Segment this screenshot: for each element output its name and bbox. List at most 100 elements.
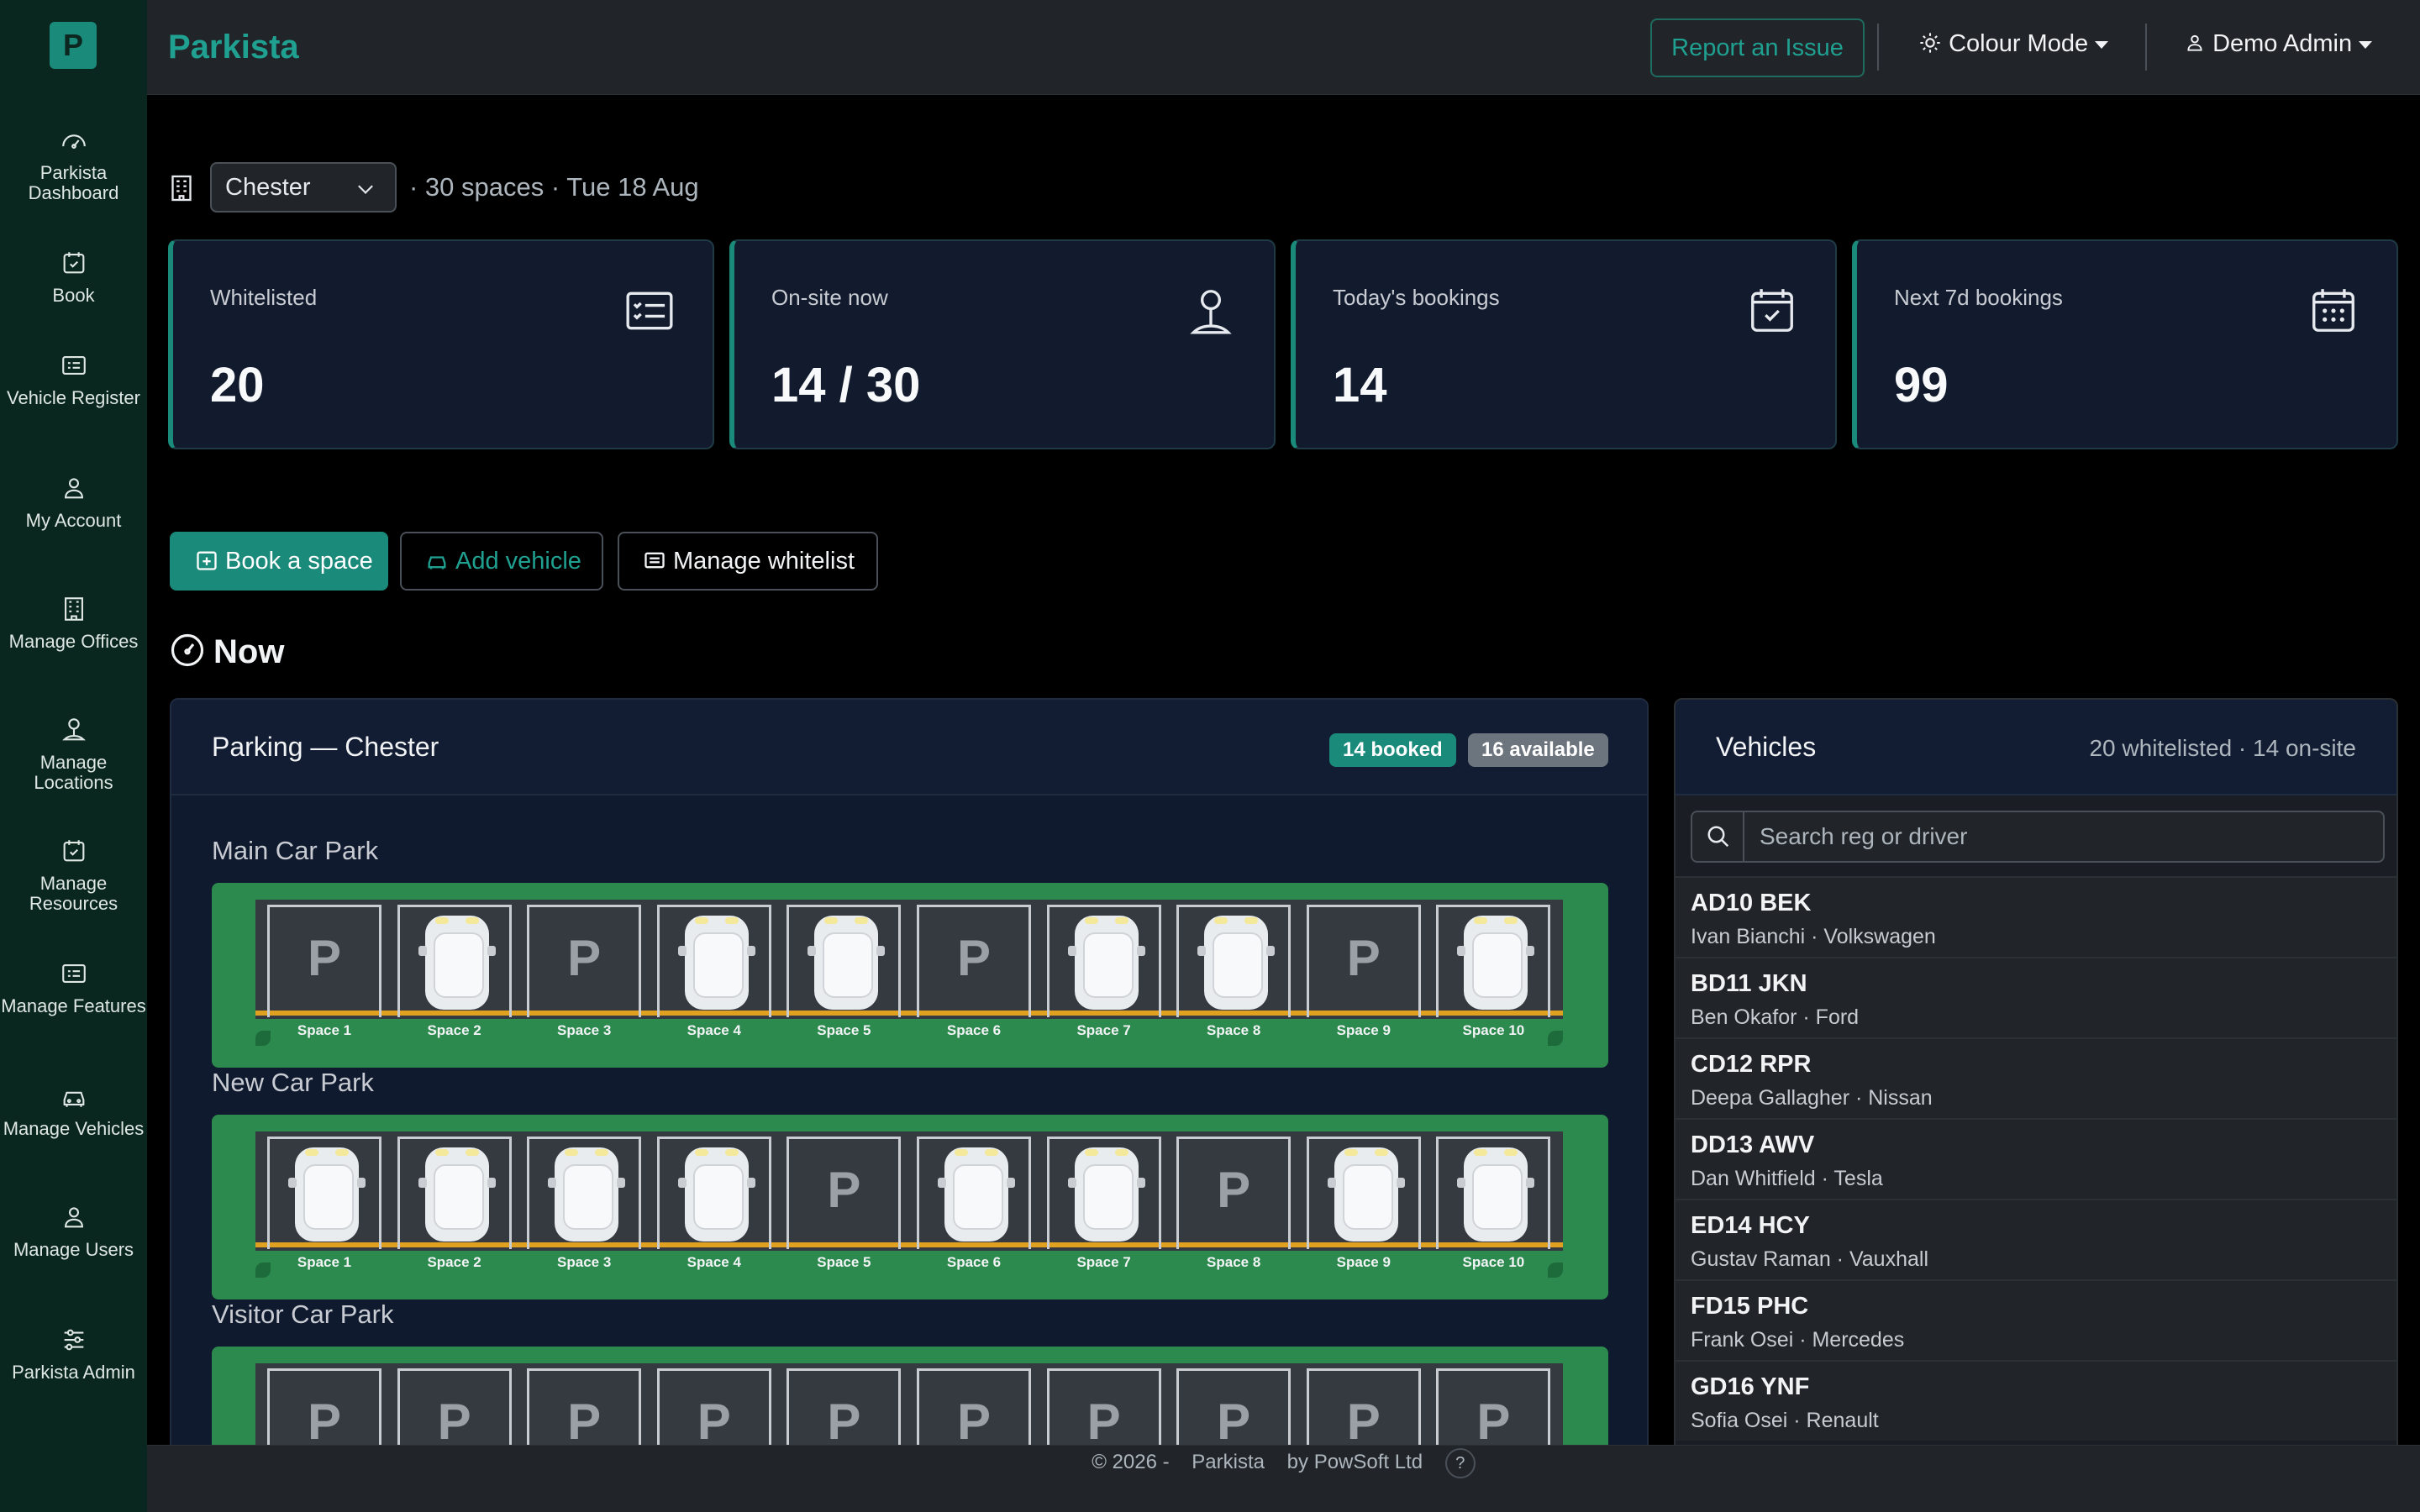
parking-bay-occupied[interactable] bbox=[917, 1137, 1031, 1249]
help-button[interactable]: ? bbox=[1444, 1447, 1476, 1478]
parking-bay-free[interactable]: P bbox=[917, 1368, 1031, 1454]
parking-p-icon: P bbox=[827, 1162, 861, 1218]
vehicle-reg: BD11 JKN bbox=[1691, 970, 1807, 997]
calendar-plus-icon bbox=[197, 551, 217, 570]
sidebar-item-manage-vehicles[interactable]: Manage Vehicles bbox=[0, 1082, 147, 1139]
parking-bay-free[interactable]: P bbox=[397, 1368, 512, 1454]
colour-mode-dropdown[interactable]: Colour Mode bbox=[1918, 30, 2109, 58]
parking-bay-free[interactable]: P bbox=[527, 905, 642, 1017]
parking-bay-free[interactable]: P bbox=[1046, 1368, 1161, 1454]
parking-bay-free[interactable]: P bbox=[1176, 1368, 1292, 1454]
car-park-lot: P Space 1 Space 2 P Space 3 Space 4 Space 5 P Sp… bbox=[212, 883, 1608, 1068]
search-button[interactable] bbox=[1692, 812, 1744, 861]
vehicle-reg: CD12 RPR bbox=[1691, 1051, 1812, 1078]
footer-app-link[interactable]: Parkista bbox=[1192, 1451, 1265, 1473]
office-select[interactable]: Chester bbox=[210, 162, 397, 213]
search-input[interactable] bbox=[1746, 812, 2383, 861]
parking-bay-occupied[interactable] bbox=[1046, 905, 1161, 1017]
car-park-lot: PPPPPPPPPP bbox=[212, 1347, 1608, 1454]
list-card-icon bbox=[61, 964, 86, 983]
office-meta: · 30 spaces · Tue 18 Aug bbox=[409, 172, 699, 202]
calendar-grid-icon bbox=[2312, 289, 2354, 332]
manage-whitelist-button[interactable]: Manage whitelist bbox=[618, 532, 878, 591]
map-pin-person-icon bbox=[61, 718, 86, 741]
sidebar-item-dashboard[interactable]: Parkista Dashboard bbox=[0, 126, 147, 203]
parked-car-icon bbox=[938, 1147, 1015, 1242]
parking-bay-occupied[interactable] bbox=[397, 905, 512, 1017]
parked-car-icon bbox=[677, 916, 755, 1010]
bay-label: Space 5 bbox=[817, 1022, 871, 1038]
parking-bay-free[interactable]: P bbox=[786, 1368, 902, 1454]
vehicle-list-item[interactable]: GD16 YNF Sofia Osei · Renault bbox=[1676, 1360, 2396, 1441]
parking-bay-occupied[interactable] bbox=[786, 905, 902, 1017]
available-badge: 16 available bbox=[1468, 733, 1608, 767]
parking-bay-occupied[interactable] bbox=[397, 1137, 512, 1249]
user-menu-dropdown[interactable]: Demo Admin bbox=[2184, 30, 2373, 58]
vehicle-driver-make: Frank Osei · Mercedes bbox=[1691, 1328, 1905, 1352]
parking-bay-free[interactable]: P bbox=[1306, 905, 1421, 1017]
parking-bay-occupied[interactable] bbox=[1436, 1137, 1551, 1249]
parking-bay-occupied[interactable] bbox=[656, 1137, 771, 1249]
vehicle-list-item[interactable]: CD12 RPR Deepa Gallagher · Nissan bbox=[1676, 1037, 2396, 1118]
top-navbar: Parkista Report an Issue Colour Mode Dem… bbox=[147, 0, 2420, 95]
sidebar-item-label: Manage Vehicles bbox=[3, 1118, 145, 1139]
parking-p-icon: P bbox=[1346, 1394, 1381, 1450]
parking-p-icon: P bbox=[567, 1394, 602, 1450]
parking-bay-free[interactable]: P bbox=[786, 1137, 902, 1249]
report-issue-button[interactable]: Report an Issue bbox=[1650, 18, 1865, 77]
stat-label: Today's bookings bbox=[1333, 285, 1500, 310]
vehicle-list-item[interactable]: DD13 AWV Dan Whitfield · Tesla bbox=[1676, 1118, 2396, 1199]
footer-copyright: © 2026 - bbox=[1092, 1451, 1170, 1473]
caret-down-icon bbox=[2359, 40, 2373, 49]
parked-car-icon bbox=[1067, 1147, 1145, 1242]
stat-card-next-7d: Next 7d bookings 99 bbox=[1852, 239, 2398, 449]
vehicle-list-item[interactable]: BD11 JKN Ben Okafor · Ford bbox=[1676, 957, 2396, 1037]
bay-label: Space 1 bbox=[297, 1022, 352, 1038]
parking-bay-free[interactable]: P bbox=[656, 1368, 771, 1454]
vehicle-list-item[interactable]: ED14 HCY Gustav Raman · Vauxhall bbox=[1676, 1199, 2396, 1279]
sidebar-item-vehicle-register[interactable]: Vehicle Register bbox=[0, 351, 147, 408]
vehicle-list-item[interactable]: FD15 PHC Frank Osei · Mercedes bbox=[1676, 1279, 2396, 1360]
sidebar-item-book[interactable]: Book bbox=[0, 249, 147, 306]
stat-value: 99 bbox=[1894, 358, 1949, 412]
sidebar-item-manage-locations[interactable]: Manage Locations bbox=[0, 716, 147, 793]
bay-label: Space 7 bbox=[1076, 1022, 1131, 1038]
parking-bay-free[interactable]: P bbox=[1436, 1368, 1551, 1454]
sidebar-item-manage-users[interactable]: Manage Users bbox=[0, 1203, 147, 1260]
sidebar-item-manage-resources[interactable]: Manage Resources bbox=[0, 837, 147, 914]
parking-bay-free[interactable]: P bbox=[917, 905, 1031, 1017]
parking-bay-occupied[interactable] bbox=[1436, 905, 1551, 1017]
parking-bay-occupied[interactable] bbox=[656, 905, 771, 1017]
vehicle-search bbox=[1691, 811, 2385, 863]
app-logo[interactable]: P bbox=[50, 22, 97, 69]
parking-bay-occupied[interactable] bbox=[267, 1137, 381, 1249]
book-space-button[interactable]: Book a space bbox=[170, 532, 388, 591]
parking-bay-occupied[interactable] bbox=[1176, 905, 1292, 1017]
vehicle-driver-make: Sofia Osei · Renault bbox=[1691, 1409, 1879, 1432]
car-icon bbox=[428, 556, 446, 570]
bay-label: Space 6 bbox=[946, 1022, 1002, 1038]
parking-bay-free[interactable]: P bbox=[267, 1368, 381, 1454]
parking-bay-free[interactable]: P bbox=[527, 1368, 642, 1454]
parking-bay-occupied[interactable] bbox=[1306, 1137, 1421, 1249]
stat-label: Whitelisted bbox=[210, 285, 318, 310]
parking-bay-free[interactable]: P bbox=[267, 905, 381, 1017]
parking-bay-free[interactable]: P bbox=[1306, 1368, 1421, 1454]
office-select-value: Chester bbox=[225, 174, 311, 201]
parked-car-icon bbox=[1457, 916, 1535, 1010]
parked-car-icon bbox=[418, 916, 496, 1010]
vehicle-list-item[interactable]: AD10 BEK Ivan Bianchi · Volkswagen bbox=[1676, 876, 2396, 957]
sidebar-item-manage-offices[interactable]: Manage Offices bbox=[0, 595, 147, 652]
bay-label: Space 10 bbox=[1462, 1022, 1525, 1038]
sidebar-item-parkista-admin[interactable]: Parkista Admin bbox=[0, 1326, 147, 1383]
bay-label: Space 8 bbox=[1207, 1254, 1261, 1270]
vehicles-panel: Vehicles 20 whitelisted · 14 on-site AD1… bbox=[1674, 698, 2398, 1456]
parking-bay-occupied[interactable] bbox=[1046, 1137, 1161, 1249]
sidebar-item-my-account[interactable]: My Account bbox=[0, 474, 147, 531]
parking-bay-free[interactable]: P bbox=[1176, 1137, 1292, 1249]
brand-title[interactable]: Parkista bbox=[168, 29, 299, 66]
divider bbox=[1877, 24, 1879, 71]
sidebar-item-manage-features[interactable]: Manage Features bbox=[0, 959, 147, 1016]
add-vehicle-button[interactable]: Add vehicle bbox=[400, 532, 603, 591]
parking-bay-occupied[interactable] bbox=[527, 1137, 642, 1249]
